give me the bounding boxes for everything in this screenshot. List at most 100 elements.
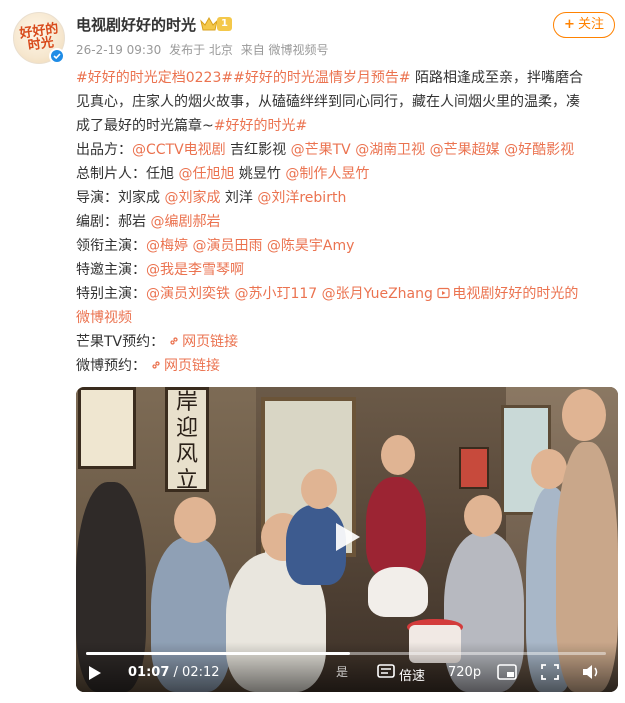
credit-label: 特别主演：: [76, 286, 146, 302]
credit-row: 领衔主演：@梅婷 @演员田雨 @陈昊宇Amy: [76, 234, 616, 258]
credit-row: 总制片人：任旭 @任旭旭 姚昱竹 @制作人昱竹: [76, 162, 616, 186]
credit-row: 特邀主演：@我是李雪琴啊: [76, 258, 616, 282]
credit-row: 特别主演：@演员刘奕铁 @苏小玎117 @张月YueZhang 电视剧好好的时光…: [76, 282, 616, 306]
crown-icon: [200, 16, 218, 31]
intro-text: 见真心，庄家人的烟火故事，从磕磕绊绊到同心同行，藏在人间烟火里的温柔，凑: [76, 94, 580, 110]
web-link[interactable]: 网页链接: [164, 358, 220, 374]
intro-line: 成了最好的时光篇章~#好好的时光#: [76, 114, 616, 138]
play-overlay-icon[interactable]: [328, 519, 364, 555]
hashtag-link[interactable]: #好好的时光#: [214, 118, 307, 134]
credit-label: 芒果TV预约：: [76, 334, 165, 350]
mention-link[interactable]: @刘家成: [164, 190, 220, 206]
intro-line: #好好的时光定档0223##好好的时光温情岁月预告# 陌路相逢成至亲，拌嘴磨合: [76, 66, 616, 90]
plus-icon: +: [564, 17, 575, 32]
weibo-post: 好好的时光 电视剧好好的时光 1 26-2-19 09:30 发布于 北京 来自…: [0, 0, 625, 703]
credit-label: 领衔主演：: [76, 238, 146, 254]
scroll-char: 岸: [175, 390, 198, 415]
mention-link[interactable]: @张月YueZhang: [322, 286, 433, 302]
post-source: 来自 微博视频号: [240, 43, 329, 57]
follow-label: 关注: [577, 17, 604, 32]
mention-link[interactable]: @任旭旭: [178, 166, 234, 182]
mention-link[interactable]: @梅婷: [146, 238, 188, 254]
credit-text: 姚昱竹: [234, 166, 286, 182]
picture-in-picture-icon[interactable]: [497, 663, 517, 681]
scroll-char: 风: [175, 442, 198, 467]
credit-row: 微博预约： 网页链接: [76, 354, 616, 378]
mention-link[interactable]: @CCTV电视剧: [132, 142, 226, 158]
intro-text: 陌路相逢成至亲，拌嘴磨合: [410, 70, 584, 86]
video-scene-poster: [459, 447, 489, 489]
link-icon[interactable]: [164, 334, 182, 350]
fullscreen-icon[interactable]: [540, 663, 560, 681]
video-figure: [366, 477, 426, 577]
account-name[interactable]: 电视剧好好的时光: [76, 14, 196, 35]
mention-link[interactable]: @编剧郝岩: [150, 214, 220, 230]
mention-link[interactable]: @好酷影视: [504, 142, 574, 158]
web-link[interactable]: 网页链接: [182, 334, 238, 350]
mention-link[interactable]: @陈昊宇Amy: [267, 238, 355, 254]
hashtag-link[interactable]: #好好的时光温情岁月预告#: [233, 70, 410, 86]
credit-text: 吉红影视: [225, 142, 291, 158]
video-figure-head: [464, 495, 502, 537]
scroll-char: 立: [175, 468, 198, 493]
total-time: 02:12: [182, 665, 220, 680]
video-link-icon[interactable]: [437, 286, 452, 302]
post-time[interactable]: 26-2-19 09:30: [76, 43, 161, 57]
video-progress-fill: [86, 652, 351, 655]
credit-row: 芒果TV预约： 网页链接: [76, 330, 616, 354]
intro-text: 成了最好的时光篇章~: [76, 118, 214, 134]
video-scene-scroll: 岸 迎 风 立: [165, 387, 209, 493]
volume-icon[interactable]: [581, 663, 601, 681]
mention-link[interactable]: @芒果TV: [291, 142, 351, 158]
mention-link[interactable]: @刘洋rebirth: [257, 190, 346, 206]
credit-label: 微博预约：: [76, 358, 146, 374]
video-figure: [368, 567, 428, 617]
level-badge: 1: [217, 17, 232, 31]
video-figure-head: [174, 497, 216, 543]
link-icon[interactable]: [146, 358, 164, 374]
video-source-link[interactable]: 电视剧好好的时光的: [452, 286, 578, 302]
credit-row: 微博视频: [76, 306, 616, 330]
mention-link[interactable]: @演员刘奕铁: [146, 286, 230, 302]
video-figure-head: [301, 469, 337, 509]
mention-link[interactable]: @演员田雨: [192, 238, 262, 254]
mention-link[interactable]: @湖南卫视: [355, 142, 425, 158]
credit-text: 郝岩: [118, 214, 151, 230]
credit-row: 编剧：郝岩 @编剧郝岩: [76, 210, 616, 234]
time-separator: /: [169, 665, 183, 680]
credit-label: 导演：: [76, 190, 118, 206]
danmaku-icon[interactable]: [376, 663, 396, 681]
post-content: #好好的时光定档0223##好好的时光温情岁月预告# 陌路相逢成至亲，拌嘴磨合见…: [76, 66, 616, 378]
credit-label: 特邀主演：: [76, 262, 146, 278]
credit-text: 任旭: [146, 166, 179, 182]
mention-link[interactable]: @制作人昱竹: [285, 166, 369, 182]
video-watermark: 是: [336, 665, 349, 679]
mention-link[interactable]: @苏小玎117: [234, 286, 317, 302]
hashtag-link[interactable]: #好好的时光定档0223#: [76, 70, 233, 86]
credit-row: 出品方：@CCTV电视剧 吉红影视 @芒果TV @湖南卫视 @芒果超媒 @好酷影…: [76, 138, 616, 162]
scroll-char: 迎: [175, 416, 198, 441]
video-source-link[interactable]: 微博视频: [76, 310, 132, 326]
video-progress-bar[interactable]: [86, 652, 606, 655]
play-icon[interactable]: [88, 665, 102, 681]
credit-text: 刘洋: [220, 190, 258, 206]
credit-label: 编剧：: [76, 214, 118, 230]
intro-line: 见真心，庄家人的烟火故事，从磕磕绊绊到同心同行，藏在人间烟火里的温柔，凑: [76, 90, 616, 114]
verified-badge-icon: [49, 48, 65, 64]
quality-button[interactable]: 720p: [448, 665, 481, 680]
credit-label: 出品方：: [76, 142, 132, 158]
speed-button[interactable]: 倍速: [399, 665, 425, 684]
credit-text: 刘家成: [118, 190, 165, 206]
video-figure-head: [562, 389, 606, 441]
post-location: 发布于 北京: [169, 43, 233, 57]
follow-button[interactable]: + 关注: [553, 12, 615, 38]
mention-link[interactable]: @我是李雪琴啊: [146, 262, 244, 278]
credit-label: 总制片人：: [76, 166, 146, 182]
video-scene-frame: [78, 387, 136, 469]
mention-link[interactable]: @芒果超媒: [430, 142, 500, 158]
video-time: 01:07 / 02:12: [128, 665, 220, 680]
post-meta: 26-2-19 09:30 发布于 北京 来自 微博视频号: [76, 41, 333, 58]
video-player[interactable]: 岸 迎 风 立 01:07 / 02:12 是 倍速 720p: [76, 387, 618, 692]
current-time: 01:07: [128, 665, 170, 680]
video-figure-head: [381, 435, 415, 475]
